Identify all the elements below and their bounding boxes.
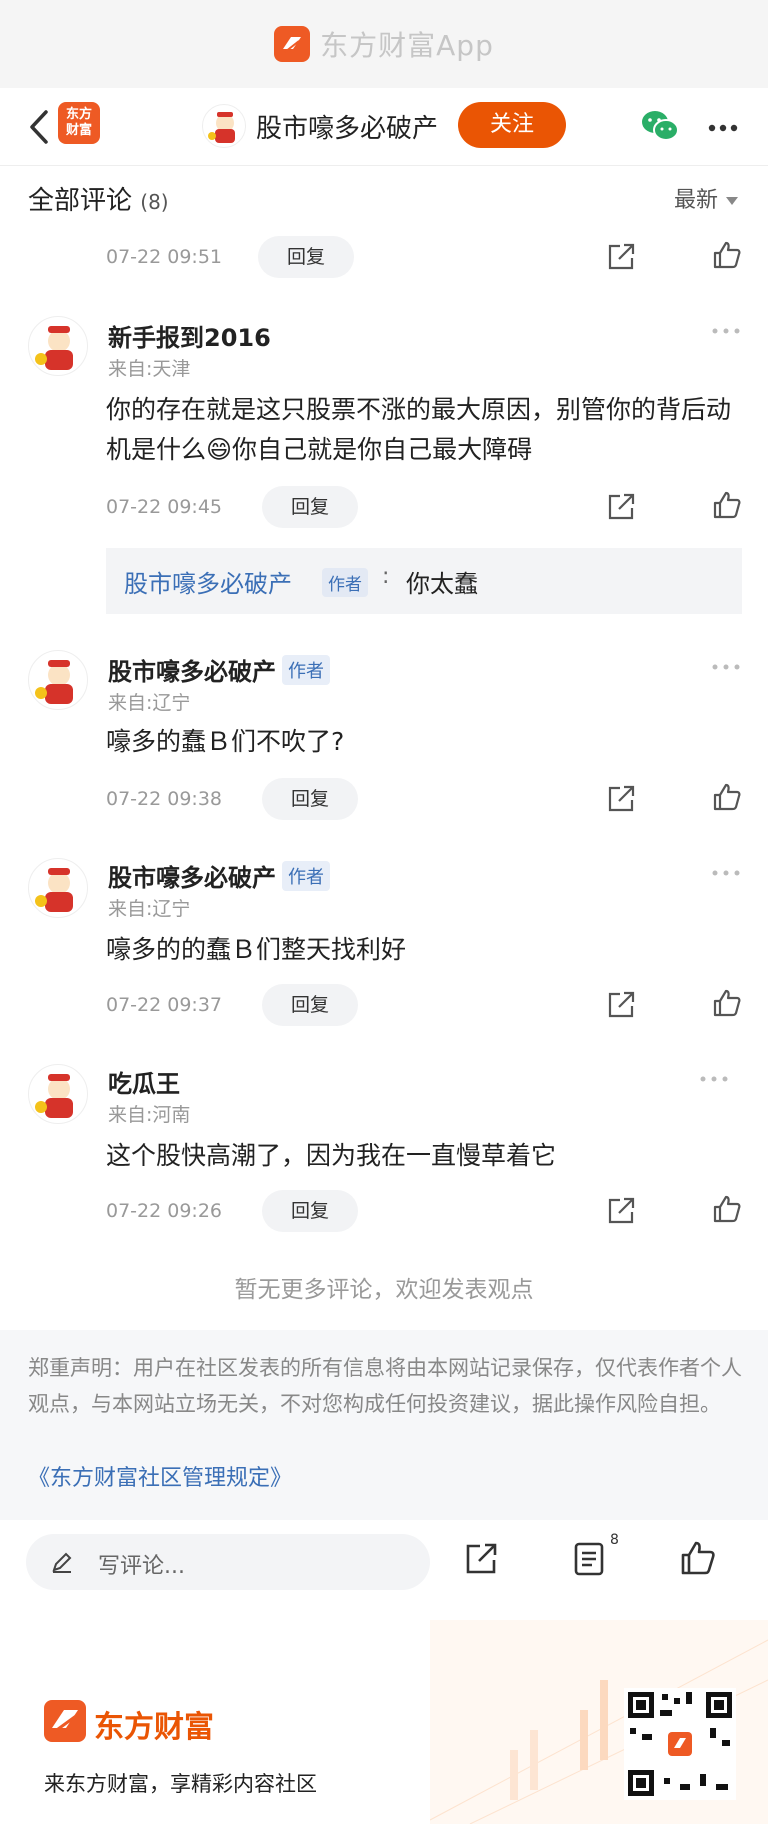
author-badge: 作者	[322, 568, 368, 597]
comment-time: 07-22 09:26	[106, 1200, 223, 1222]
reply-author-name[interactable]: 股市嚎多必破产	[124, 564, 292, 599]
author-badge: 作者	[282, 655, 330, 685]
sort-dropdown[interactable]: 最新	[674, 182, 738, 214]
share-icon[interactable]	[606, 784, 636, 814]
avatar[interactable]	[28, 316, 88, 376]
avatar[interactable]	[28, 1064, 88, 1124]
comments-title: 全部评论 (8)	[28, 186, 169, 216]
reply-button[interactable]: 回复	[258, 236, 354, 278]
share-icon[interactable]	[606, 242, 636, 272]
comment-text: 这个股快高潮了，因为我在一直慢草着它	[106, 1141, 557, 1170]
footer-slogan: 来东方财富，享精彩内容社区	[44, 1772, 317, 1796]
more-icon[interactable]	[708, 124, 738, 132]
author-badge: 作者	[282, 861, 330, 891]
like-icon[interactable]	[712, 988, 742, 1018]
footer-promo: 东方财富 来东方财富，享精彩内容社区	[0, 1620, 768, 1824]
qr-code	[624, 1688, 736, 1800]
nested-reply[interactable]: 股市嚎多必破产 作者 : 你太蠢	[106, 548, 742, 614]
like-icon[interactable]	[712, 1194, 742, 1224]
share-icon[interactable]	[606, 990, 636, 1020]
comment-count-badge: 8	[610, 1532, 619, 1548]
more-icon[interactable]	[712, 328, 740, 334]
share-icon[interactable]	[606, 1196, 636, 1226]
commenter-name[interactable]: 新手报到2016	[108, 318, 271, 353]
avatar[interactable]	[28, 858, 88, 918]
more-icon[interactable]	[712, 664, 740, 670]
author-name[interactable]: 股市嚎多必破产	[256, 108, 438, 145]
disclaimer-text: 郑重声明：用户在社区发表的所有信息将由本网站记录保存，仅代表作者个人观点，与本网…	[28, 1356, 742, 1416]
like-icon[interactable]	[712, 782, 742, 812]
comments-count: (8)	[140, 190, 169, 214]
app-banner-title: 东方财富App	[320, 29, 494, 62]
back-arrow-icon[interactable]	[26, 108, 56, 146]
reply-button[interactable]: 回复	[262, 778, 358, 820]
reply-separator: :	[382, 564, 390, 589]
comment-time: 07-22 09:45	[106, 496, 223, 518]
commenter-name[interactable]: 吃瓜王	[108, 1064, 180, 1099]
comment-time: 07-22 09:37	[106, 994, 223, 1016]
app-download-banner[interactable]: 东方财富App	[0, 0, 768, 88]
comment-location: 来自:河南	[108, 1104, 191, 1126]
reply-button[interactable]: 回复	[262, 1190, 358, 1232]
follow-button[interactable]: 关注	[458, 102, 566, 148]
comment-time: 07-22 09:38	[106, 788, 223, 810]
pen-icon	[52, 1552, 72, 1573]
more-icon[interactable]	[700, 1076, 728, 1082]
bottom-action-bar: 写评论... 8	[0, 1520, 768, 1604]
caret-down-icon	[726, 197, 738, 205]
like-icon[interactable]	[712, 240, 742, 270]
avatar[interactable]	[28, 650, 88, 710]
like-icon[interactable]	[712, 490, 742, 520]
no-more-comments: 暂无更多评论，欢迎发表观点	[234, 1277, 534, 1303]
comments-header: 全部评论 (8) 最新	[0, 166, 768, 232]
footer-logo-icon	[44, 1700, 86, 1742]
reply-button[interactable]: 回复	[262, 486, 358, 528]
comment-text: 嚎多的蠢Ｂ们不吹了?	[106, 727, 345, 756]
comment-location: 来自:辽宁	[108, 692, 191, 714]
share-icon[interactable]	[606, 492, 636, 522]
commenter-name[interactable]: 股市嚎多必破产 作者	[108, 652, 330, 687]
post-header: 东方 财富 股市嚎多必破产 关注	[0, 88, 768, 166]
site-logo[interactable]: 东方 财富	[58, 102, 100, 144]
disclaimer: 郑重声明：用户在社区发表的所有信息将由本网站记录保存，仅代表作者个人观点，与本网…	[0, 1330, 768, 1520]
reply-button[interactable]: 回复	[262, 984, 358, 1026]
comment-location: 来自:天津	[108, 358, 191, 380]
comment-input[interactable]: 写评论...	[26, 1534, 430, 1590]
like-icon[interactable]	[680, 1540, 716, 1576]
reply-text: 你太蠢	[406, 570, 478, 598]
comment-text: 你的存在就是这只股票不涨的最大原因，别管你的背后动机是什么😄你自己就是你自己最大…	[106, 395, 732, 464]
comment-time: 07-22 09:51	[106, 246, 223, 268]
comment-placeholder: 写评论...	[98, 1554, 185, 1579]
avatar[interactable]	[202, 104, 246, 148]
comments-list-icon[interactable]	[574, 1542, 604, 1576]
app-logo-icon	[274, 26, 311, 62]
commenter-name[interactable]: 股市嚎多必破产 作者	[108, 858, 330, 893]
more-icon[interactable]	[712, 870, 740, 876]
comment-text: 嚎多的的蠢Ｂ们整天找利好	[106, 935, 407, 964]
share-icon[interactable]	[464, 1542, 498, 1576]
comment-location: 来自:辽宁	[108, 898, 191, 920]
wechat-icon[interactable]	[640, 108, 680, 144]
footer-brand: 东方财富	[94, 1710, 214, 1745]
community-rules-link[interactable]: 《东方财富社区管理规定》	[28, 1460, 292, 1492]
